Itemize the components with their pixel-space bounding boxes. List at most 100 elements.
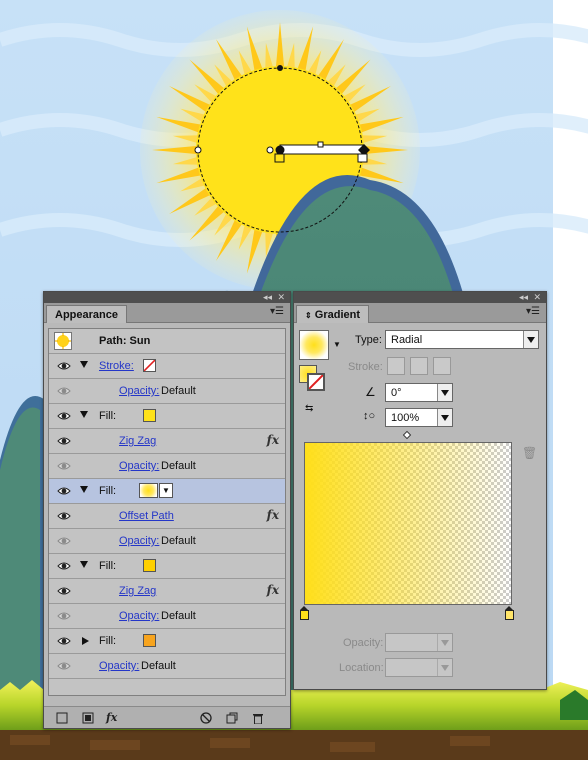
stroke-label: Stroke:: [348, 361, 383, 373]
close-icon[interactable]: ✕: [277, 292, 285, 303]
chevron-down-icon[interactable]: ▼: [159, 483, 173, 498]
fill-gradient-swatch[interactable]: [139, 483, 158, 498]
visibility-eye-icon[interactable]: [57, 510, 71, 522]
location-field[interactable]: [385, 658, 453, 677]
appearance-row-effect[interactable]: Zig Zag fx: [49, 429, 285, 454]
panel-menu-icon[interactable]: ▾☰: [526, 306, 540, 317]
appearance-row-opacity[interactable]: Opacity: Default: [49, 529, 285, 554]
visibility-eye-icon[interactable]: [57, 635, 71, 647]
opacity-link[interactable]: Opacity:: [99, 660, 139, 672]
visibility-eye-icon[interactable]: [57, 485, 71, 497]
visibility-eye-icon[interactable]: [57, 460, 71, 472]
expand-triangle-icon[interactable]: [82, 637, 89, 645]
new-fill-icon[interactable]: [82, 712, 94, 724]
chevron-down-icon[interactable]: [437, 634, 452, 651]
location-label: Location:: [339, 662, 384, 674]
appearance-row-opacity[interactable]: Opacity: Default: [49, 654, 285, 679]
opacity-field[interactable]: [385, 633, 453, 652]
collapse-triangle-icon[interactable]: [80, 486, 88, 493]
visibility-eye-icon[interactable]: [57, 660, 71, 672]
effect-fx-icon: fx: [266, 433, 279, 447]
visibility-eye-icon[interactable]: [57, 385, 71, 397]
collapse-icon[interactable]: ◂◂: [519, 292, 528, 303]
chevron-down-icon[interactable]: [437, 384, 452, 401]
effect-fx-icon: fx: [266, 583, 279, 597]
stroke-across-button[interactable]: [433, 357, 451, 375]
chevron-down-icon[interactable]: [437, 409, 452, 426]
visibility-eye-icon[interactable]: [57, 610, 71, 622]
appearance-row-opacity[interactable]: Opacity: Default: [49, 379, 285, 404]
stroke-swatch[interactable]: [307, 373, 325, 391]
panel-title-bar[interactable]: ◂◂ ✕: [44, 292, 290, 303]
panel-title-bar[interactable]: ◂◂ ✕: [294, 292, 546, 303]
opacity-value: Default: [161, 385, 196, 397]
clear-icon[interactable]: [200, 712, 212, 724]
effect-link[interactable]: Zig Zag: [119, 585, 156, 597]
opacity-link[interactable]: Opacity:: [119, 385, 159, 397]
effect-link[interactable]: Offset Path: [119, 510, 174, 522]
collapse-triangle-icon[interactable]: [80, 411, 88, 418]
collapse-triangle-icon[interactable]: [80, 561, 88, 568]
visibility-eye-icon[interactable]: [57, 560, 71, 572]
stroke-none-swatch[interactable]: [143, 359, 156, 372]
visibility-eye-icon[interactable]: [57, 535, 71, 547]
tab-appearance[interactable]: Appearance: [46, 305, 127, 323]
add-effect-icon[interactable]: fx: [106, 712, 117, 724]
opacity-value: Default: [161, 535, 196, 547]
delete-stop-icon[interactable]: 🗑: [522, 446, 537, 460]
midpoint-diamond[interactable]: [402, 430, 412, 440]
gradient-stop-start[interactable]: [300, 606, 309, 620]
collapse-triangle-icon[interactable]: [80, 361, 88, 368]
gradient-type-select[interactable]: Radial: [385, 330, 539, 349]
tab-gradient-label: Gradient: [314, 309, 360, 321]
appearance-row-effect[interactable]: Zig Zag fx: [49, 579, 285, 604]
gradient-thumbnail[interactable]: [299, 330, 329, 360]
gradient-panel: ◂◂ ✕ ⇕ Gradient ▾☰ ▼ ⇆ Type: Radial Stro…: [293, 291, 547, 690]
opacity-link[interactable]: Opacity:: [119, 535, 159, 547]
appearance-row-opacity[interactable]: Opacity: Default: [49, 604, 285, 629]
appearance-row-fill[interactable]: Fill:: [49, 554, 285, 579]
collapse-icon[interactable]: ◂◂: [263, 292, 272, 303]
angle-field[interactable]: 0°: [385, 383, 453, 402]
effect-fx-icon: fx: [266, 508, 279, 522]
visibility-eye-icon[interactable]: [57, 410, 71, 422]
appearance-row-fill[interactable]: Fill: ▼: [49, 479, 285, 504]
new-stroke-icon[interactable]: [56, 712, 68, 724]
effect-link[interactable]: Zig Zag: [119, 435, 156, 447]
delete-icon[interactable]: [252, 712, 264, 725]
duplicate-icon[interactable]: [226, 712, 238, 724]
chevron-down-icon[interactable]: [523, 331, 538, 348]
visibility-eye-icon[interactable]: [57, 435, 71, 447]
aspect-ratio-value: 100%: [391, 412, 420, 424]
thumbnail-dropdown-icon[interactable]: ▼: [333, 340, 341, 349]
stroke-link[interactable]: Stroke:: [99, 360, 134, 372]
visibility-eye-icon[interactable]: [57, 585, 71, 597]
appearance-row-opacity[interactable]: Opacity: Default: [49, 454, 285, 479]
fill-label: Fill:: [99, 560, 117, 572]
chevron-down-icon[interactable]: [437, 659, 452, 676]
opacity-value: Default: [141, 660, 176, 672]
stroke-along-button[interactable]: [410, 357, 428, 375]
appearance-row-fill[interactable]: Fill:: [49, 629, 285, 654]
aspect-ratio-field[interactable]: 100%: [385, 408, 453, 427]
appearance-row-effect[interactable]: Offset Path fx: [49, 504, 285, 529]
fill-color-swatch[interactable]: [143, 559, 156, 572]
appearance-row-stroke[interactable]: Stroke:: [49, 354, 285, 379]
fill-label: Fill:: [99, 485, 117, 497]
opacity-link[interactable]: Opacity:: [119, 460, 159, 472]
opacity-link[interactable]: Opacity:: [119, 610, 159, 622]
appearance-row-fill[interactable]: Fill:: [49, 404, 285, 429]
stroke-within-button[interactable]: [387, 357, 405, 375]
gradient-slider[interactable]: [304, 442, 512, 605]
close-icon[interactable]: ✕: [533, 292, 541, 303]
reverse-gradient-icon[interactable]: ⇆: [305, 403, 313, 414]
panel-menu-icon[interactable]: ▾☰: [270, 306, 284, 317]
visibility-eye-icon[interactable]: [57, 360, 71, 372]
fill-color-swatch[interactable]: [143, 634, 156, 647]
tab-gradient[interactable]: ⇕ Gradient: [296, 305, 369, 323]
gradient-stop-end[interactable]: [505, 606, 514, 620]
fill-label: Fill:: [99, 635, 117, 647]
angle-value: 0°: [391, 387, 402, 399]
opacity-label: Opacity:: [343, 637, 384, 649]
fill-color-swatch[interactable]: [143, 409, 156, 422]
